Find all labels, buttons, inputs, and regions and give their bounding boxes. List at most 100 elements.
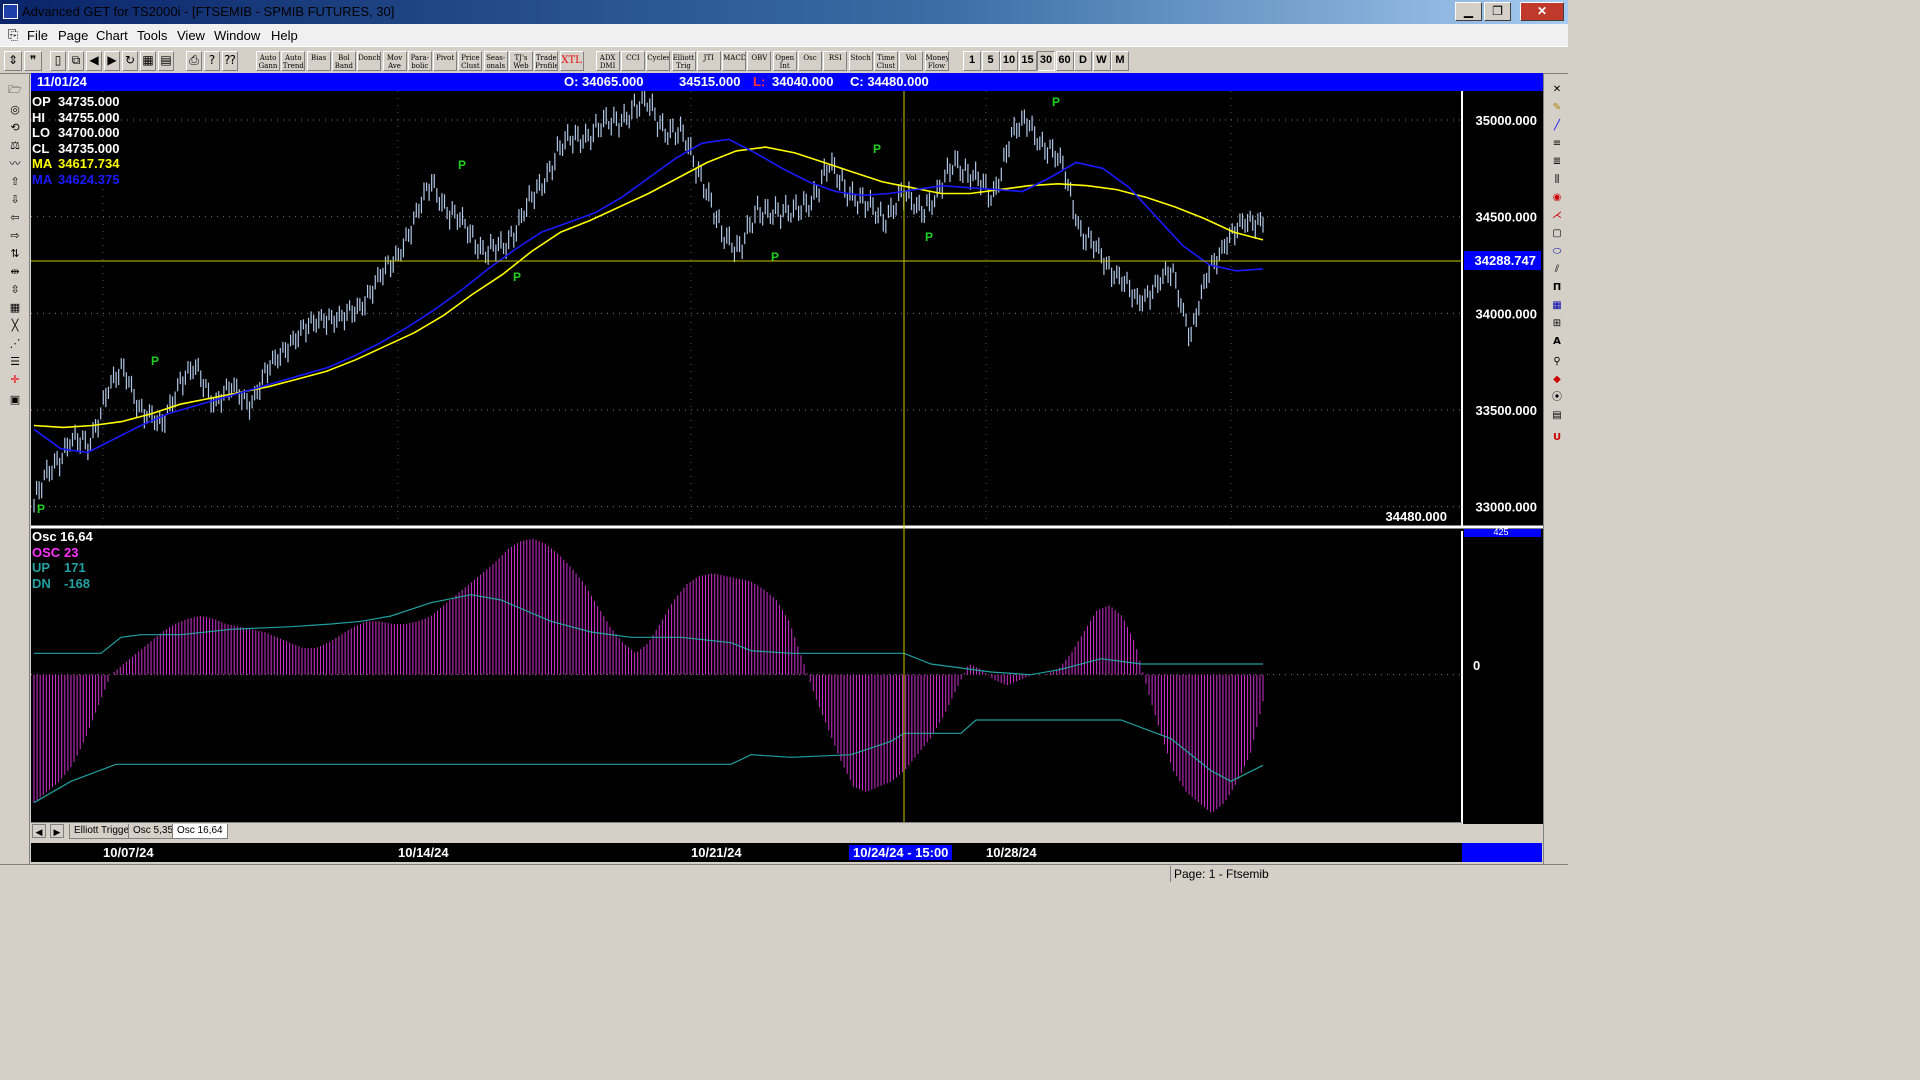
close-button[interactable]: ✕ xyxy=(1520,2,1564,21)
cycle-icon[interactable]: ⦿ xyxy=(1548,390,1566,406)
arrow-up-icon[interactable]: ⇧ xyxy=(4,174,26,190)
spiral-icon[interactable]: ◉ xyxy=(1548,190,1566,206)
interval-button[interactable]: D xyxy=(1074,51,1092,71)
lines-icon[interactable]: ╳ xyxy=(4,318,26,334)
pencil-icon[interactable]: ✎ xyxy=(1548,100,1566,116)
fib-time-icon[interactable]: ⫼ xyxy=(1548,172,1566,188)
chart-area[interactable]: P P P P P P P P 34288.747 34480.000 425 0 OP 34… xyxy=(31,87,1543,824)
fib-extension-icon[interactable]: ≣ xyxy=(1548,154,1566,170)
refresh-icon[interactable]: ↻ xyxy=(122,51,138,71)
fib-retracement-icon[interactable]: ≡ xyxy=(1548,136,1566,152)
study-button[interactable]: Donch xyxy=(357,51,382,71)
crosshair-icon[interactable]: ✛ xyxy=(4,372,26,388)
interval-button[interactable]: 5 xyxy=(981,51,1000,71)
arrow-right-icon[interactable]: ⇨ xyxy=(4,228,26,244)
study-button[interactable]: Auto Gann xyxy=(256,51,280,71)
reset-icon[interactable]: ⟲ xyxy=(4,120,26,136)
arrow-down-icon[interactable]: ⇩ xyxy=(4,192,26,208)
grid-icon[interactable]: ▦ xyxy=(140,51,156,71)
interval-button[interactable]: 30 xyxy=(1037,51,1055,71)
binoculars-icon[interactable]: ◎ xyxy=(4,102,26,118)
menu-file[interactable]: File xyxy=(27,28,48,43)
close-lines-icon[interactable]: ✕ xyxy=(1548,82,1566,98)
tab-scroll-right-icon[interactable]: ▶ xyxy=(50,824,64,838)
study-button[interactable]: Price Clust xyxy=(458,51,483,71)
chart-svg[interactable]: P P P P P P P P 34288.747 34480.000 425 0 OP 34… xyxy=(31,87,1543,824)
study-button[interactable]: Seas- onals xyxy=(483,51,508,71)
forward-icon[interactable]: ▶ xyxy=(104,51,120,71)
study-icon[interactable]: ⚖ xyxy=(4,138,26,154)
study-button[interactable]: Pivot xyxy=(433,51,458,71)
interval-button[interactable]: 15 xyxy=(1018,51,1037,71)
study-button[interactable]: Open Int xyxy=(772,51,797,71)
study-button[interactable]: Osc xyxy=(798,51,822,71)
maximize-button[interactable]: ❐ xyxy=(1484,2,1511,21)
study-button[interactable]: Time Clust xyxy=(873,51,898,71)
study-button[interactable]: Mov Ave xyxy=(382,51,407,71)
bars-icon[interactable]: ⇅ xyxy=(4,246,26,262)
study-button[interactable]: OBV xyxy=(747,51,772,71)
tab-scroll-left-icon[interactable]: ◀ xyxy=(32,824,46,838)
menu-window[interactable]: Window xyxy=(214,28,260,43)
fib-icon[interactable]: ☰ xyxy=(4,354,26,370)
help-icon[interactable]: ? xyxy=(204,51,220,71)
study-button[interactable]: Vol xyxy=(899,51,924,71)
menu-tools[interactable]: Tools xyxy=(137,28,167,43)
table-icon[interactable]: ▦ xyxy=(4,300,26,316)
new-icon[interactable]: ▯ xyxy=(50,51,66,71)
zoom-icon[interactable]: ⚲ xyxy=(1548,354,1566,370)
study-button[interactable]: Elliott Trig xyxy=(671,51,696,71)
menu-chart[interactable]: Chart xyxy=(96,28,128,43)
interval-button[interactable]: 60 xyxy=(1055,51,1074,71)
quote-icon[interactable]: ❞ xyxy=(24,51,42,71)
study-button[interactable]: Bol Band xyxy=(331,51,356,71)
study-button[interactable]: JTI xyxy=(696,51,721,71)
channel-icon[interactable]: ⫽ xyxy=(1548,262,1566,278)
study-button[interactable]: RSI xyxy=(823,51,848,71)
fan-icon[interactable]: ⋌ xyxy=(1548,208,1566,224)
box-icon[interactable]: ▢ xyxy=(1548,226,1566,242)
interval-button[interactable]: 1 xyxy=(963,51,981,71)
tab-osc-5-35[interactable]: Osc 5,35 xyxy=(128,824,179,839)
clipboard-icon[interactable]: ▣ xyxy=(4,392,26,408)
interval-button[interactable]: W xyxy=(1092,51,1111,71)
back-icon[interactable]: ◀ xyxy=(86,51,102,71)
study-button[interactable]: XTL xyxy=(559,51,584,71)
tab-osc-16-64[interactable]: Osc 16,64 xyxy=(172,824,228,839)
study-button[interactable]: Money Flow xyxy=(924,51,949,71)
study-button[interactable]: Auto Trend xyxy=(281,51,306,71)
study-button[interactable]: MACD xyxy=(722,51,747,71)
study-button[interactable]: Stoch xyxy=(848,51,873,71)
interval-button[interactable]: M xyxy=(1111,51,1129,71)
u-tool-icon[interactable]: U xyxy=(1548,430,1566,446)
study-button[interactable]: Cycles xyxy=(646,51,671,71)
pti-icon[interactable]: Π xyxy=(1548,280,1566,296)
minimize-button[interactable]: ▁ xyxy=(1455,2,1482,21)
layout-icon[interactable]: ▤ xyxy=(158,51,174,71)
menu-help[interactable]: Help xyxy=(271,28,298,43)
arrow-left-icon[interactable]: ⇦ xyxy=(4,210,26,226)
compress-horizontal-icon[interactable]: ⇹ xyxy=(4,264,26,280)
compress-vertical-icon[interactable]: ⇳ xyxy=(4,282,26,298)
copy-icon[interactable]: ⧉ xyxy=(68,51,84,71)
gann-icon[interactable]: ⋰ xyxy=(4,336,26,352)
ellipse-icon[interactable]: ⬭ xyxy=(1548,244,1566,260)
print-icon[interactable]: ⎙ xyxy=(186,51,202,71)
study-button[interactable]: Trade Profile xyxy=(534,51,559,71)
study-button[interactable]: TJ's Web xyxy=(509,51,533,71)
menu-view[interactable]: View xyxy=(177,28,205,43)
text-tool-icon[interactable]: A xyxy=(1548,334,1566,350)
notes-icon[interactable]: ▤ xyxy=(1548,408,1566,424)
document-icon[interactable]: ⎘ xyxy=(8,28,18,43)
eraser-icon[interactable]: ◆ xyxy=(1548,372,1566,388)
study-button[interactable]: Bias xyxy=(306,51,331,71)
elliott-icon[interactable]: 〰 xyxy=(4,156,26,172)
mob-icon[interactable]: ⊞ xyxy=(1548,316,1566,332)
pointer-icon[interactable]: ⇕ xyxy=(4,51,22,71)
study-button[interactable]: ADX DMI xyxy=(595,51,620,71)
menu-page[interactable]: Page xyxy=(58,28,88,43)
study-button[interactable]: Para- bolic xyxy=(407,51,432,71)
interval-button[interactable]: 10 xyxy=(1000,51,1018,71)
study-button[interactable]: CCI xyxy=(620,51,645,71)
trendline-icon[interactable]: ╱ xyxy=(1548,118,1566,134)
